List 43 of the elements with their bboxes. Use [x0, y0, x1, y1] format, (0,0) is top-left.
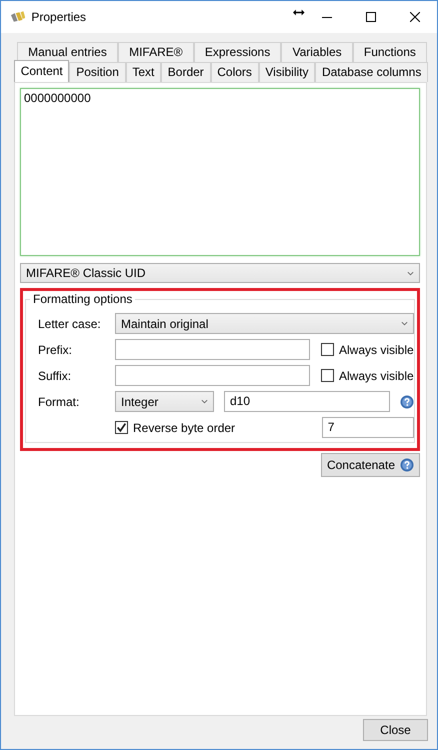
- field-label: Suffix:: [38, 368, 72, 382]
- window-title: Properties: [31, 10, 86, 24]
- resize-cursor-icon: [293, 9, 305, 16]
- tab[interactable]: Variables: [281, 42, 353, 62]
- tab[interactable]: Database columns: [315, 62, 428, 82]
- checkbox-label: Always visible: [339, 342, 414, 356]
- tab[interactable]: Border: [161, 62, 211, 82]
- close-button[interactable]: Close: [363, 719, 428, 741]
- content-text-area[interactable]: 0000000000: [20, 88, 420, 256]
- letter-case-dropdown[interactable]: Maintain original: [115, 313, 414, 334]
- tab[interactable]: Content: [14, 60, 70, 82]
- chevron-icon: [407, 270, 414, 276]
- group-title: Formatting options: [30, 292, 136, 306]
- field-label: Format:: [38, 394, 80, 408]
- source-dropdown[interactable]: MIFARE® Classic UID: [20, 263, 420, 283]
- checkbox-label: Always visible: [339, 368, 414, 382]
- tab[interactable]: Visibility: [258, 62, 316, 82]
- prefix-field[interactable]: [115, 339, 310, 360]
- suffix-field[interactable]: [115, 365, 310, 386]
- format-type-dropdown[interactable]: Integer: [115, 391, 214, 412]
- chevron-icon: [400, 321, 408, 326]
- help-icon: [400, 458, 414, 472]
- help-icon[interactable]: [400, 394, 414, 408]
- checkbox[interactable]: [115, 421, 128, 434]
- app-logo-icon: [10, 11, 26, 23]
- byte-count-field[interactable]: 7: [322, 417, 414, 438]
- maximize-icon: [366, 12, 376, 22]
- checkbox[interactable]: [321, 369, 334, 382]
- concatenate-button[interactable]: Concatenate: [320, 453, 420, 477]
- tab[interactable]: Expressions: [194, 42, 282, 62]
- tab[interactable]: MIFARE®: [118, 42, 194, 62]
- tab[interactable]: Text: [126, 62, 162, 82]
- tab[interactable]: Functions: [352, 42, 428, 62]
- tab[interactable]: Colors: [210, 62, 259, 82]
- chevron-icon: [201, 399, 208, 404]
- checkbox[interactable]: [321, 343, 334, 356]
- field-label: Letter case:: [38, 316, 102, 330]
- tab[interactable]: Position: [69, 62, 126, 82]
- format-pattern-field[interactable]: d10: [224, 391, 390, 412]
- tab[interactable]: Manual entries: [17, 42, 118, 62]
- field-label: Prefix:: [38, 342, 74, 356]
- close-icon: [410, 12, 420, 22]
- checkbox-label: Reverse byte order: [133, 420, 236, 434]
